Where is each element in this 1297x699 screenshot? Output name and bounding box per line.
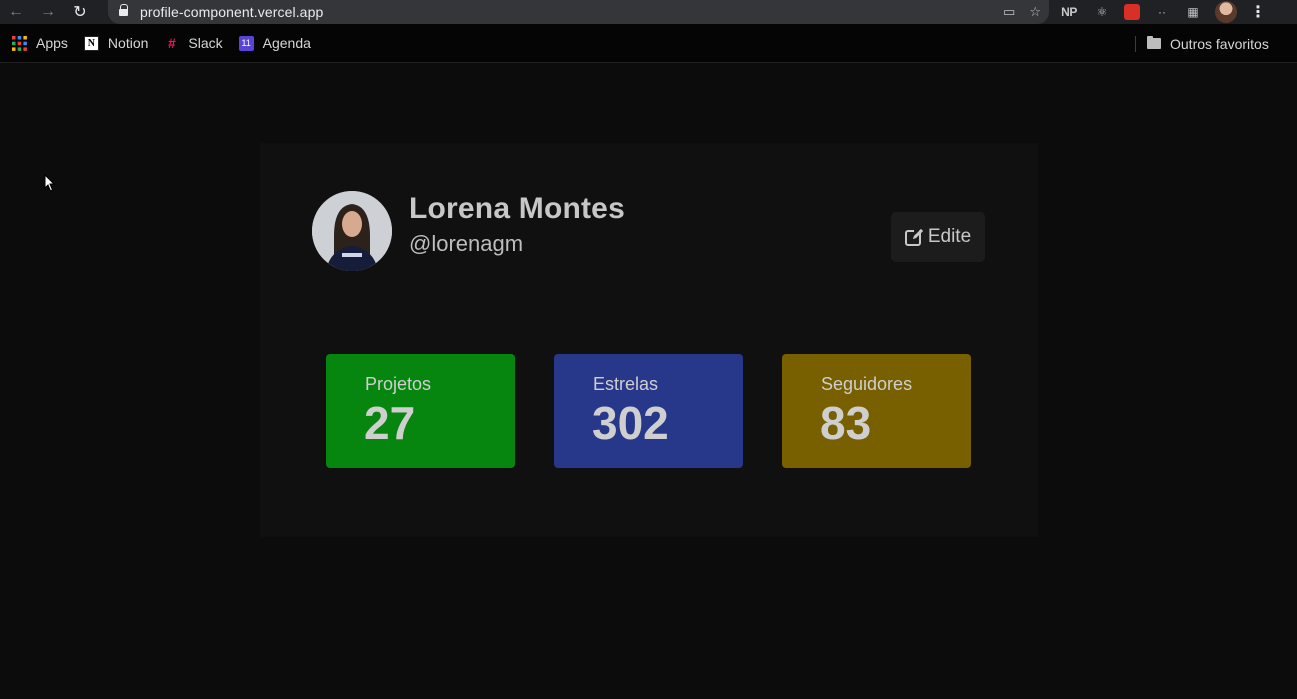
menu-kebab-icon[interactable]: ⋮	[1250, 2, 1266, 22]
stat-value: 302	[592, 397, 669, 449]
bookmark-notion[interactable]: N Notion	[83, 35, 149, 51]
stat-label: Seguidores	[821, 374, 913, 394]
star-icon[interactable]: ☆	[1029, 4, 1041, 20]
stat-card-seguidores: Seguidores 83	[782, 354, 971, 468]
profile-photo	[312, 191, 392, 271]
back-arrow-icon[interactable]: ←	[0, 0, 32, 24]
bookmark-apps[interactable]: Apps	[12, 35, 68, 51]
profile-handle: @lorenagm	[409, 231, 524, 256]
mouse-cursor-icon	[44, 174, 56, 192]
extension-red-icon[interactable]	[1124, 4, 1140, 20]
bookmark-other-folder[interactable]: Outros favoritos	[1147, 24, 1269, 63]
slack-icon: #	[167, 34, 176, 51]
url-text[interactable]: profile-component.vercel.app	[140, 4, 323, 20]
stat-label: Projetos	[365, 374, 432, 394]
stat-card-projetos: Projetos 27	[326, 354, 515, 468]
calendar-icon: 11	[238, 35, 254, 51]
stat-value: 27	[364, 397, 416, 449]
bookmark-label: Apps	[36, 35, 68, 51]
extension-dots-icon[interactable]: ··	[1153, 3, 1171, 21]
bookmark-agenda[interactable]: 11 Agenda	[238, 35, 311, 51]
profile-card: Lorena Montes @lorenagm Edite Projetos 2…	[260, 143, 1038, 537]
cast-icon[interactable]: ▭	[1003, 4, 1015, 20]
profile-avatar-icon[interactable]	[1215, 1, 1237, 23]
bookmark-label: Agenda	[262, 35, 311, 51]
bookmark-slack[interactable]: # Slack	[164, 34, 223, 51]
react-devtools-icon[interactable]: ⚛	[1093, 3, 1111, 21]
reload-icon[interactable]: ↻	[64, 0, 96, 24]
edit-button-label: Edite	[927, 226, 972, 247]
bookmark-label: Outros favoritos	[1170, 35, 1269, 52]
extension-np[interactable]: NP	[1058, 3, 1080, 21]
stat-value: 83	[820, 397, 872, 449]
stat-label: Estrelas	[593, 374, 659, 394]
lock-icon	[118, 4, 128, 17]
profile-name: Lorena Montes	[409, 192, 625, 225]
stat-card-estrelas: Estrelas 302	[554, 354, 743, 468]
apps-grid-icon	[12, 35, 27, 51]
bookmark-label: Slack	[188, 35, 223, 51]
bookmarks-bar: Apps N Notion # Slack 11 Agenda Outros f…	[0, 24, 1297, 63]
notion-icon: N	[83, 35, 99, 51]
folder-icon	[1147, 36, 1161, 49]
avatar	[312, 191, 392, 271]
bookmarks-divider	[1135, 36, 1136, 52]
edit-icon	[904, 228, 923, 246]
browser-toolbar: ← → ↻ profile-component.vercel.app ▭ ☆ N…	[0, 0, 1297, 24]
edit-button[interactable]: Edite	[891, 212, 985, 262]
forward-arrow-icon[interactable]: →	[32, 0, 64, 24]
bookmark-label: Notion	[107, 35, 149, 51]
extension-grid-icon[interactable]: ▦	[1184, 3, 1202, 21]
address-bar[interactable]: profile-component.vercel.app ▭ ☆	[108, 0, 1049, 24]
